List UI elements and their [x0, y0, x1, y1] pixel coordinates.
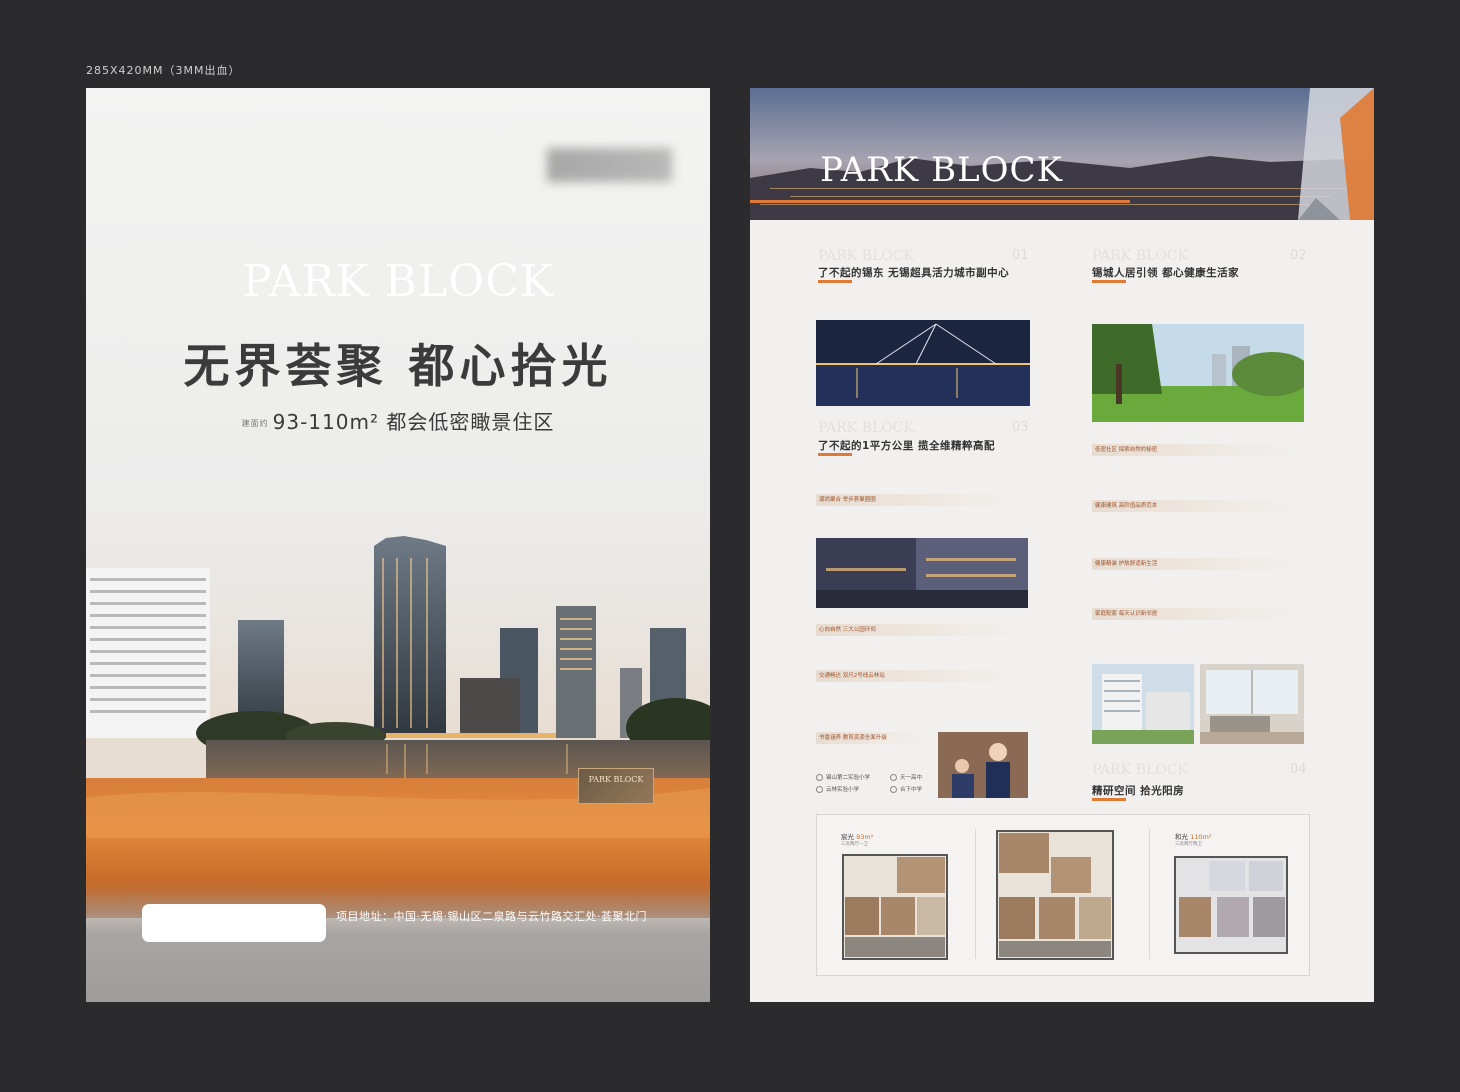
right-tag-3: 健康精装 护航舒适新生活: [1092, 558, 1304, 570]
right-tag-4: 家庭配套 每天认识新邻居: [1092, 608, 1304, 620]
students-photo: [938, 732, 1028, 798]
badge-text: PARK BLOCK: [588, 775, 644, 784]
section-3-en: PARK BLOCK: [818, 420, 914, 436]
section-4-accent: [1092, 798, 1126, 801]
section-4-number: 04: [1290, 762, 1307, 777]
area-desc: 都会低密瞰景住区: [386, 410, 555, 434]
left-tag-2: 心向自然 三大公园环伺: [816, 624, 1028, 636]
plan-1-floorplan: [842, 854, 948, 960]
section-1-en: PARK BLOCK: [818, 248, 914, 264]
section-4-title: 精研空间 拾光阳房: [1092, 785, 1185, 797]
floor-plans-panel: 宸光 93m² 三房两厅一卫 沐光 104m² 三房两厅两卫 和光 110m² …: [816, 814, 1310, 976]
school-name: 锡山第二实验小学: [826, 775, 871, 781]
school-item: 天一高中: [890, 772, 922, 784]
section-2-en: PARK BLOCK: [1092, 248, 1188, 264]
right-tag-2: 健康建筑 高阶值品质范本: [1092, 500, 1304, 512]
bullet-icon: [890, 774, 897, 781]
contact-placeholder-box: [142, 904, 326, 942]
school-item: 云林实验小学: [816, 784, 870, 796]
school-name: 云林实验小学: [826, 787, 860, 793]
left-tag-4: 书香涵养 教育资源全面升级: [816, 732, 926, 744]
residential-building-photo: [1092, 664, 1194, 744]
bullet-icon: [890, 786, 897, 793]
school-name: 合下中学: [900, 787, 923, 793]
banner-title: PARK BLOCK: [820, 150, 1063, 190]
section-2-title: 锡城人居引领 都心健康生活家: [1092, 267, 1240, 279]
school-name: 天一高中: [900, 775, 923, 781]
blurred-logo: [547, 148, 672, 182]
mall-night-photo: [816, 538, 1028, 608]
print-spec-label: 285X420MM（3MM出血）: [86, 64, 241, 77]
plan-2-floorplan: [996, 830, 1114, 960]
left-tag-1: 潮尚聚合 举步荟聚圈圈: [816, 494, 1028, 506]
park-lawn-photo: [1092, 324, 1304, 422]
left-tag-3: 交通畅达 双尺2号线云林站: [816, 670, 1028, 682]
city-skyline-image: [86, 536, 710, 788]
school-item: 锡山第二实验小学: [816, 772, 870, 784]
project-address: 项目地址：中国·无锡·锡山区二泉路与云竹路交汇处·荟聚北门: [336, 910, 647, 923]
bullet-icon: [816, 786, 823, 793]
plan-divider: [1149, 829, 1150, 959]
bridge-night-photo: [816, 320, 1030, 406]
school-item: 合下中学: [890, 784, 922, 796]
school-list-right: 天一高中 合下中学: [890, 772, 922, 796]
front-title-en: PARK BLOCK: [242, 256, 554, 307]
section-1-accent: [818, 280, 852, 283]
section-3-number: 03: [1012, 420, 1029, 435]
front-page: PARK BLOCK 无界荟聚 都心拾光 建面约 93-110m² 都会低密瞰景住…: [86, 88, 710, 1002]
section-3-accent: [818, 453, 852, 456]
section-2-accent: [1092, 280, 1126, 283]
section-2-number: 02: [1290, 248, 1307, 263]
back-page: PARK BLOCK PARK BLOCK 01 了不起的锡东 无锡超具活力城市…: [750, 88, 1374, 1002]
section-3-title: 了不起的1平方公里 揽全维精粹高配: [818, 440, 995, 452]
area-range: 93-110m²: [272, 410, 379, 434]
school-list-left: 锡山第二实验小学 云林实验小学: [816, 772, 870, 796]
front-headline: 无界荟聚 都心拾光: [183, 339, 613, 393]
front-subtitle: 建面约 93-110m² 都会低密瞰景住区: [86, 406, 710, 435]
section-1-number: 01: [1012, 248, 1029, 263]
section-1-title: 了不起的锡东 无锡超具活力城市副中心: [818, 267, 1010, 279]
park-block-badge: PARK BLOCK: [578, 768, 654, 804]
right-tag-1: 低密社区 探索自然的秘密: [1092, 444, 1304, 456]
area-unit-label: 建面约: [241, 419, 269, 428]
plan-3-floorplan: [1174, 856, 1288, 954]
living-room-photo: [1200, 664, 1304, 744]
section-4-en: PARK BLOCK: [1092, 762, 1188, 778]
plan-divider: [975, 829, 976, 959]
bullet-icon: [816, 774, 823, 781]
